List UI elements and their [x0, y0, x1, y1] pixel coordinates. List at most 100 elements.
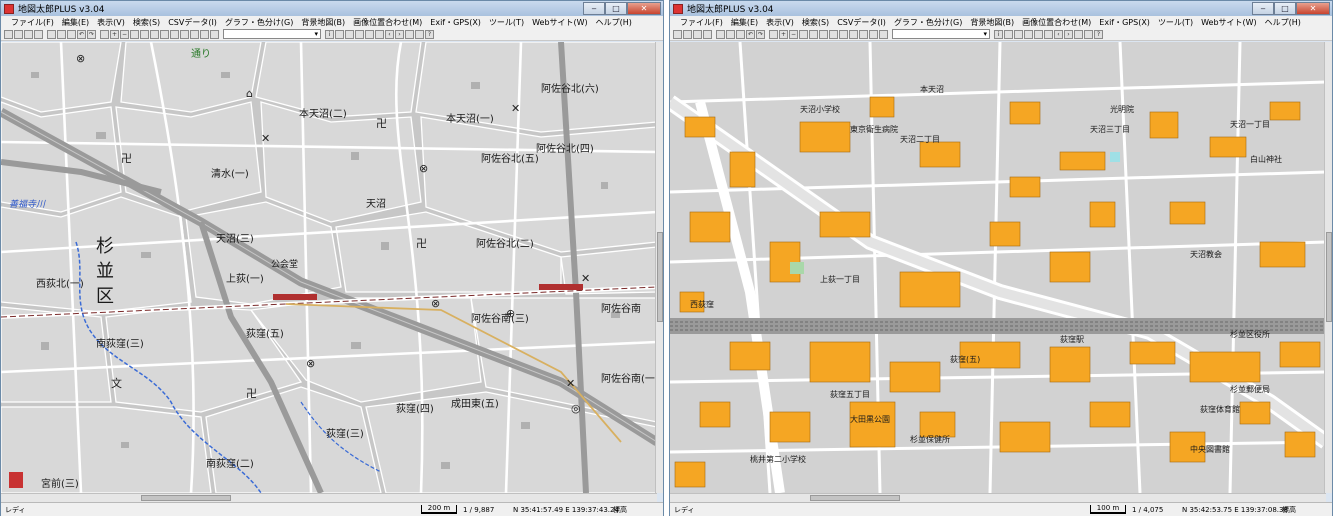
back-icon[interactable]: ‹	[1054, 29, 1063, 39]
left-titlebar[interactable]: 地図太郎PLUS v3.04 ‒ □ ✕	[1, 1, 663, 16]
layer-icon[interactable]	[160, 29, 169, 39]
flag-icon[interactable]	[1014, 29, 1023, 39]
menu-tools[interactable]: ツール(T)	[485, 17, 528, 28]
menu-exif[interactable]: Exif・GPS(X)	[426, 17, 485, 28]
new-icon[interactable]	[4, 29, 13, 39]
print-icon[interactable]	[703, 29, 712, 39]
gps-icon[interactable]	[365, 29, 374, 39]
text-icon[interactable]	[869, 29, 878, 39]
info-icon[interactable]: i	[994, 29, 1003, 39]
forward-icon[interactable]: ›	[395, 29, 404, 39]
zoom-out-icon[interactable]: −	[120, 29, 129, 39]
layer-dropdown[interactable]: ▾	[892, 29, 990, 39]
topographic-map[interactable]: 杉 並 区 清水(一) 天沼(三) 天沼 本天沼(二) 本天沼(一) 阿佐谷北(…	[1, 42, 657, 493]
right-vertical-scrollbar[interactable]	[1324, 42, 1332, 493]
select-icon[interactable]	[100, 29, 109, 39]
menu-search[interactable]: 検索(S)	[129, 17, 164, 28]
paste-icon[interactable]	[67, 29, 76, 39]
camera-icon[interactable]	[375, 29, 384, 39]
right-titlebar[interactable]: 地図太郎PLUS v3.04 ‒ □ ✕	[670, 1, 1332, 16]
zoom-in-icon[interactable]: +	[779, 29, 788, 39]
menu-search[interactable]: 検索(S)	[798, 17, 833, 28]
menu-help[interactable]: ヘルプ(H)	[592, 17, 636, 28]
save-icon[interactable]	[693, 29, 702, 39]
open-icon[interactable]	[683, 29, 692, 39]
open-icon[interactable]	[14, 29, 23, 39]
cut-icon[interactable]	[47, 29, 56, 39]
menu-basemap[interactable]: 背景地図(B)	[297, 17, 349, 28]
flag-icon[interactable]	[345, 29, 354, 39]
menu-view[interactable]: 表示(V)	[93, 17, 129, 28]
layer-icon[interactable]	[829, 29, 838, 39]
menu-image-align[interactable]: 画像位置合わせ(M)	[1018, 17, 1095, 28]
menu-file[interactable]: ファイル(F)	[676, 17, 727, 28]
scroll-thumb[interactable]	[657, 232, 663, 322]
redo-icon[interactable]: ↷	[87, 29, 96, 39]
menu-graph[interactable]: グラフ・色分け(G)	[890, 17, 966, 28]
scroll-thumb[interactable]	[1326, 232, 1332, 322]
menu-edit[interactable]: 編集(E)	[727, 17, 762, 28]
help-icon[interactable]: ?	[425, 29, 434, 39]
polygon-icon[interactable]	[190, 29, 199, 39]
menu-basemap[interactable]: 背景地図(B)	[966, 17, 1018, 28]
left-horizontal-scrollbar[interactable]	[1, 493, 657, 502]
menu-exif[interactable]: Exif・GPS(X)	[1095, 17, 1154, 28]
maximize-button[interactable]: □	[605, 2, 627, 15]
menu-file[interactable]: ファイル(F)	[7, 17, 58, 28]
tile-icon[interactable]	[1084, 29, 1093, 39]
forward-icon[interactable]: ›	[1064, 29, 1073, 39]
measure-icon[interactable]	[140, 29, 149, 39]
right-map-view[interactable]: 上荻一丁目 天沼二丁目 天沼三丁目 天沼一丁目 本天沼 荻窪五丁目 西荻窪 杉並…	[670, 42, 1326, 493]
text-icon[interactable]	[200, 29, 209, 39]
left-vertical-scrollbar[interactable]	[655, 42, 663, 493]
measure-icon[interactable]	[809, 29, 818, 39]
menu-view[interactable]: 表示(V)	[762, 17, 798, 28]
grid-icon[interactable]	[150, 29, 159, 39]
building-map[interactable]: 上荻一丁目 天沼二丁目 天沼三丁目 天沼一丁目 本天沼 荻窪五丁目 西荻窪 杉並…	[670, 42, 1326, 493]
paste-icon[interactable]	[736, 29, 745, 39]
color-icon[interactable]	[1024, 29, 1033, 39]
zoom-out-icon[interactable]: −	[789, 29, 798, 39]
help-icon[interactable]: ?	[1094, 29, 1103, 39]
info-icon[interactable]: i	[325, 29, 334, 39]
line-icon[interactable]	[180, 29, 189, 39]
menu-website[interactable]: Webサイト(W)	[1197, 17, 1261, 28]
close-button[interactable]: ✕	[627, 2, 661, 15]
window-icon[interactable]	[1074, 29, 1083, 39]
polygon-icon[interactable]	[859, 29, 868, 39]
color-icon[interactable]	[355, 29, 364, 39]
menu-image-align[interactable]: 画像位置合わせ(M)	[349, 17, 426, 28]
tile-icon[interactable]	[415, 29, 424, 39]
scroll-thumb[interactable]	[141, 495, 231, 501]
gear-icon[interactable]	[335, 29, 344, 39]
menu-help[interactable]: ヘルプ(H)	[1261, 17, 1305, 28]
zoom-in-icon[interactable]: +	[110, 29, 119, 39]
menu-csv[interactable]: CSVデータ(I)	[164, 17, 221, 28]
menu-csv[interactable]: CSVデータ(I)	[833, 17, 890, 28]
copy-icon[interactable]	[726, 29, 735, 39]
window-icon[interactable]	[405, 29, 414, 39]
menu-graph[interactable]: グラフ・色分け(G)	[221, 17, 297, 28]
undo-icon[interactable]: ↶	[77, 29, 86, 39]
palette-icon[interactable]	[210, 29, 219, 39]
point-icon[interactable]	[170, 29, 179, 39]
palette-icon[interactable]	[879, 29, 888, 39]
undo-icon[interactable]: ↶	[746, 29, 755, 39]
cut-icon[interactable]	[716, 29, 725, 39]
gps-icon[interactable]	[1034, 29, 1043, 39]
minimize-button[interactable]: ‒	[583, 2, 605, 15]
minimize-button[interactable]: ‒	[1252, 2, 1274, 15]
menu-website[interactable]: Webサイト(W)	[528, 17, 592, 28]
copy-icon[interactable]	[57, 29, 66, 39]
menu-tools[interactable]: ツール(T)	[1154, 17, 1197, 28]
save-icon[interactable]	[24, 29, 33, 39]
maximize-button[interactable]: □	[1274, 2, 1296, 15]
scroll-thumb[interactable]	[810, 495, 900, 501]
camera-icon[interactable]	[1044, 29, 1053, 39]
menu-edit[interactable]: 編集(E)	[58, 17, 93, 28]
gear-icon[interactable]	[1004, 29, 1013, 39]
back-icon[interactable]: ‹	[385, 29, 394, 39]
print-icon[interactable]	[34, 29, 43, 39]
pan-icon[interactable]	[799, 29, 808, 39]
redo-icon[interactable]: ↷	[756, 29, 765, 39]
